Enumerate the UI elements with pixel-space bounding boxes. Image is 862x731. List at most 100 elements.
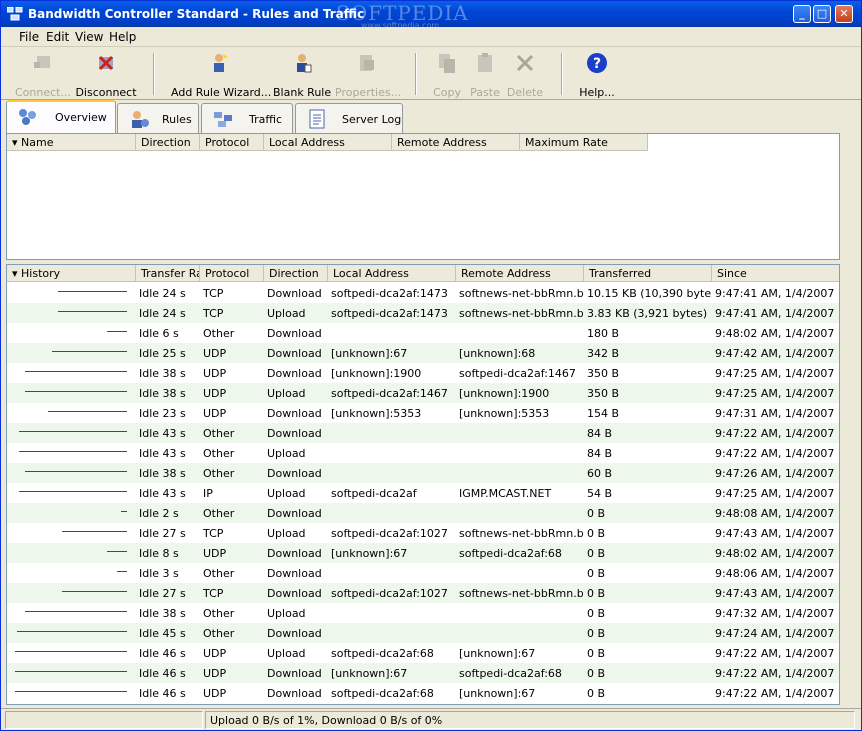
table-row[interactable]: Idle 46 s UDP Download softpedi-dca2af:68 [u…: [7, 683, 839, 703]
menu-bar: File Edit View Help: [1, 27, 861, 47]
delete-button[interactable]: Delete: [505, 52, 545, 99]
history-graph-line: [19, 431, 127, 432]
protocol-cell: Other: [203, 327, 235, 340]
wizard-icon: [214, 54, 228, 72]
since-cell: 9:47:32 AM, 1/4/2007: [715, 607, 835, 620]
local-address-cell: [unknown]:67: [331, 347, 408, 360]
disconnect-icon: [98, 55, 114, 71]
tab-server-log[interactable]: Server Log: [295, 103, 403, 133]
protocol-cell: UDP: [203, 367, 227, 380]
title-bar[interactable]: Bandwidth Controller Standard - Rules an…: [1, 1, 861, 30]
col-maximum-rate[interactable]: Maximum Rate: [520, 134, 648, 151]
col-transfer-rate[interactable]: Transfer Rate: [136, 265, 200, 282]
table-row[interactable]: Idle 3 s Other Download 0 B 9:48:06 AM, 1/4/…: [7, 563, 839, 583]
direction-cell: Download: [267, 567, 322, 580]
remote-address-cell: IGMP.MCAST.NET: [459, 487, 552, 500]
transferred-cell: 0 B: [587, 587, 606, 600]
col-local-address[interactable]: Local Address: [264, 134, 392, 151]
history-graph-line: [19, 491, 127, 492]
col-name[interactable]: ▾ Name: [7, 134, 136, 151]
table-row[interactable]: Idle 25 s UDP Download [unknown]:67 [unknown…: [7, 343, 839, 363]
table-row[interactable]: Idle 38 s UDP Download [unknown]:1900 softpe…: [7, 363, 839, 383]
table-row[interactable]: Idle 23 s UDP Download [unknown]:5353 [unkno…: [7, 403, 839, 423]
col-remote-address[interactable]: Remote Address: [392, 134, 520, 151]
col-protocol[interactable]: Protocol: [200, 265, 264, 282]
table-row[interactable]: Idle 24 s TCP Upload softpedi-dca2af:1473 so…: [7, 303, 839, 323]
paste-button[interactable]: Paste: [467, 52, 503, 99]
connect-button[interactable]: Connect...: [13, 52, 73, 99]
table-row[interactable]: Idle 43 s Other Upload 84 B 9:47:22 AM, 1/4/…: [7, 443, 839, 463]
since-cell: 9:47:26 AM, 1/4/2007: [715, 467, 835, 480]
disconnect-button[interactable]: Disconnect: [75, 52, 137, 99]
transferred-cell: 350 B: [587, 387, 620, 400]
transfer-rate-cell: Idle 2 s: [139, 507, 179, 520]
col-protocol[interactable]: Protocol: [200, 134, 264, 151]
toolbar: Connect... Disconnect Add Rule Wizard...…: [1, 48, 861, 100]
transfer-rate-cell: Idle 8 s: [139, 547, 179, 560]
rules-list[interactable]: ▾ Name Direction Protocol Local Address …: [6, 133, 840, 260]
table-row[interactable]: Idle 6 s Other Download 180 B 9:48:02 AM, 1/…: [7, 323, 839, 343]
table-row[interactable]: Idle 43 s Other Download 84 B 9:47:22 AM, 1/…: [7, 423, 839, 443]
menu-view[interactable]: View: [75, 30, 103, 44]
remote-address-cell: softnews-net-bbRmn.b.ev: [459, 287, 583, 300]
col-since[interactable]: Since: [712, 265, 839, 282]
history-header: ▾ History Transfer Rate Protocol Directi…: [7, 265, 839, 282]
window-title: Bandwidth Controller Standard - Rules an…: [28, 7, 365, 21]
transfer-rate-cell: Idle 24 s: [139, 307, 186, 320]
col-transferred[interactable]: Transferred: [584, 265, 712, 282]
properties-button[interactable]: Properties...: [335, 52, 401, 99]
col-direction[interactable]: Direction: [136, 134, 200, 151]
since-cell: 9:47:43 AM, 1/4/2007: [715, 527, 835, 540]
col-remote-address[interactable]: Remote Address: [456, 265, 584, 282]
copy-button[interactable]: Copy: [429, 52, 465, 99]
direction-cell: Download: [267, 347, 322, 360]
maximize-button[interactable]: □: [813, 5, 831, 23]
toolbar-separator: [153, 53, 155, 95]
menu-file[interactable]: File: [19, 30, 39, 44]
local-address-cell: [unknown]:67: [331, 667, 408, 680]
menu-help[interactable]: Help: [109, 30, 136, 44]
close-button[interactable]: ✕: [835, 5, 853, 23]
since-cell: 9:47:25 AM, 1/4/2007: [715, 487, 835, 500]
since-cell: 9:47:42 AM, 1/4/2007: [715, 347, 835, 360]
table-row[interactable]: Idle 2 s Other Download 0 B 9:48:08 AM, 1/4/…: [7, 503, 839, 523]
table-row[interactable]: Idle 43 s IP Upload softpedi-dca2af IGMP.MCA…: [7, 483, 839, 503]
transfer-rate-cell: Idle 27 s: [139, 527, 186, 540]
protocol-cell: Other: [203, 607, 235, 620]
overview-icon: [19, 109, 36, 125]
tab-overview[interactable]: Overview: [6, 100, 116, 133]
traffic-icon: [214, 112, 232, 127]
minimize-button[interactable]: _: [793, 5, 811, 23]
tab-traffic[interactable]: Traffic: [201, 103, 293, 133]
history-list[interactable]: ▾ History Transfer Rate Protocol Directi…: [6, 264, 840, 705]
local-address-cell: softpedi-dca2af:1027: [331, 527, 448, 540]
transferred-cell: 0 B: [587, 627, 606, 640]
col-direction[interactable]: Direction: [264, 265, 328, 282]
help-icon: ?: [587, 53, 607, 73]
status-segment-empty: [5, 711, 203, 729]
since-cell: 9:47:43 AM, 1/4/2007: [715, 587, 835, 600]
table-row[interactable]: Idle 38 s Other Upload 0 B 9:47:32 AM, 1/4/2…: [7, 603, 839, 623]
direction-cell: Download: [267, 687, 322, 700]
history-graph-line: [48, 411, 127, 412]
remote-address-cell: softnews-net-bbRmn.b.ev: [459, 587, 583, 600]
table-row[interactable]: Idle 27 s TCP Download softpedi-dca2af:1027…: [7, 583, 839, 603]
local-address-cell: [unknown]:1900: [331, 367, 422, 380]
table-row[interactable]: Idle 38 s Other Download 60 B 9:47:26 AM, 1/…: [7, 463, 839, 483]
table-row[interactable]: Idle 38 s UDP Upload softpedi-dca2af:1467 [u…: [7, 383, 839, 403]
table-row[interactable]: Idle 46 s UDP Download [unknown]:67 softpedi…: [7, 663, 839, 683]
direction-cell: Download: [267, 367, 322, 380]
menu-edit[interactable]: Edit: [46, 30, 69, 44]
add-rule-wizard-button[interactable]: Add Rule Wizard...: [171, 52, 271, 99]
table-row[interactable]: Idle 46 s UDP Upload softpedi-dca2af:68 [unk…: [7, 643, 839, 663]
col-history[interactable]: ▾ History: [7, 265, 136, 282]
col-local-address[interactable]: Local Address: [328, 265, 456, 282]
history-graph-line: [15, 691, 127, 692]
table-row[interactable]: Idle 8 s UDP Download [unknown]:67 softpedi-…: [7, 543, 839, 563]
table-row[interactable]: Idle 27 s TCP Upload softpedi-dca2af:1027 so…: [7, 523, 839, 543]
help-button[interactable]: ? Help...: [577, 52, 617, 99]
blank-rule-button[interactable]: Blank Rule: [273, 52, 331, 99]
tab-rules[interactable]: Rules: [117, 103, 199, 133]
table-row[interactable]: Idle 24 s TCP Download softpedi-dca2af:1473…: [7, 283, 839, 303]
table-row[interactable]: Idle 45 s Other Download 0 B 9:47:24 AM, 1/4…: [7, 623, 839, 643]
